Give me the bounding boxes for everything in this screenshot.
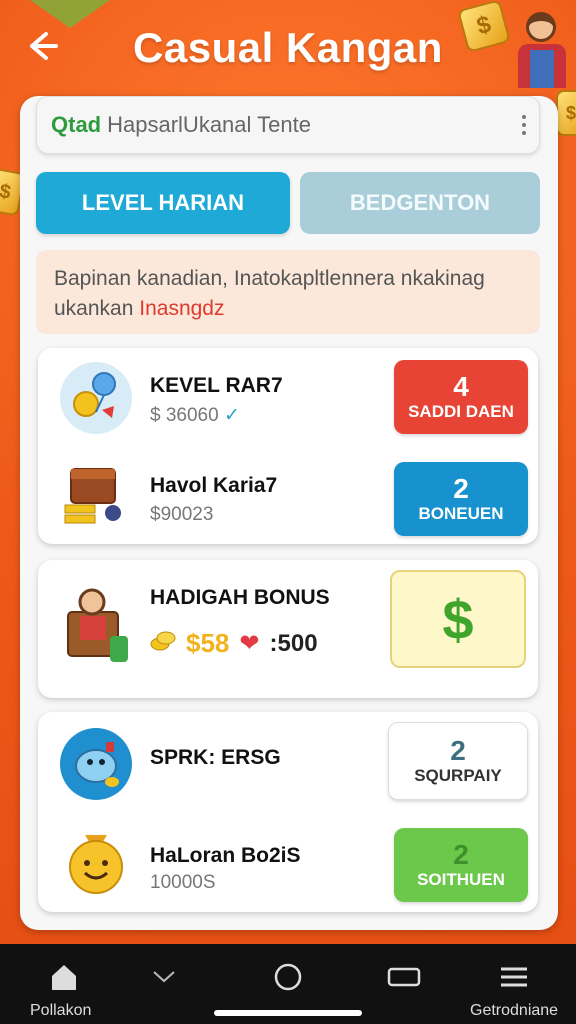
list-item[interactable]: Havol Karia7 $90023 2 BONEUEN: [38, 446, 538, 544]
list-item[interactable]: SPRK: ERSG 2 SQURPAIY: [38, 712, 538, 812]
action-count: 2: [453, 473, 469, 504]
nav-label-right: Getrodniane: [470, 1002, 559, 1019]
row-title: Havol Karia7: [150, 474, 278, 497]
list-item[interactable]: KEVEL RAR7 $ 36060 ✓ 4 SADDI DAEN: [38, 348, 538, 446]
notice-banner: Bapinan kanadian, Inatokapltlennera nkak…: [36, 250, 540, 334]
notice-text: Bapinan kanadian, Inatokapltlennera nkak…: [54, 267, 485, 320]
check-icon: ✓: [223, 405, 240, 426]
gold-coins-icon: [150, 630, 176, 658]
bonus-button[interactable]: 2 BONEUEN: [394, 462, 528, 536]
more-vert-icon[interactable]: [521, 115, 527, 135]
smiley-bag-icon: [60, 824, 132, 896]
gold-value: $58: [186, 628, 230, 658]
nav-label-left: Pollakon: [30, 1002, 92, 1019]
square-pay-button[interactable]: 2 SQURPAIY: [388, 722, 528, 800]
dollar-icon: $: [442, 587, 474, 651]
action-count: 2: [450, 735, 466, 766]
dollar-reward-button[interactable]: $: [390, 570, 526, 668]
amount-text: $ 36060: [150, 405, 219, 426]
tab-level-harian[interactable]: LEVEL HARIAN: [36, 172, 290, 234]
chevron-down-icon[interactable]: [134, 960, 194, 994]
home-indicator[interactable]: [214, 1010, 362, 1016]
search-input[interactable]: Qtad HapsarlUkanal Tente: [36, 96, 540, 154]
action-count: 4: [453, 371, 469, 402]
action-label: BONEUEN: [418, 504, 504, 523]
notice-highlight: Inasngdz: [139, 297, 225, 320]
level-card: KEVEL RAR7 $ 36060 ✓ 4 SADDI DAEN Havol …: [38, 348, 538, 544]
app-header: Casual Kangan: [0, 0, 576, 96]
row-subtitle: $ 36060 ✓: [150, 404, 240, 427]
home-icon[interactable]: [34, 960, 94, 994]
redeem-button[interactable]: 2 SOITHUEN: [394, 828, 528, 902]
circle-home-icon[interactable]: [258, 960, 318, 994]
row-title: KEVEL RAR7: [150, 374, 283, 397]
search-brand: Qtad: [51, 112, 102, 137]
gold-coin-icon: $: [556, 90, 576, 136]
claim-button[interactable]: 4 SADDI DAEN: [394, 360, 528, 434]
blue-creature-icon: [60, 728, 132, 800]
row-title: HaLoran Bo2iS: [150, 844, 301, 867]
action-count: 2: [453, 839, 469, 870]
rewards-card: SPRK: ERSG 2 SQURPAIY HaLoran Bo2iS 1000…: [38, 712, 538, 912]
secondary-value: :500: [269, 629, 318, 657]
bonus-values: $58 ❤ :500: [150, 628, 318, 659]
treasure-cart-icon: [60, 458, 132, 530]
recent-apps-icon[interactable]: [374, 960, 434, 994]
heart-icon: ❤: [239, 630, 260, 657]
bonus-card[interactable]: HADIGAH BONUS $58 ❤ :500 $: [38, 560, 538, 698]
coins-balloon-icon: [60, 362, 132, 434]
amount-text: $90023: [150, 504, 214, 525]
bonus-title: HADIGAH BONUS: [150, 586, 330, 609]
action-label: SQURPAIY: [414, 766, 502, 785]
action-label: SADDI DAEN: [408, 402, 514, 421]
tab-bedgenton[interactable]: BEDGENTON: [300, 172, 540, 234]
search-placeholder: HapsarlUkanal Tente: [107, 112, 311, 137]
character-chair-icon: [60, 582, 140, 672]
action-label: SOITHUEN: [417, 870, 505, 889]
page-title: Casual Kangan: [133, 24, 443, 71]
menu-icon[interactable]: [484, 960, 544, 994]
row-title: SPRK: ERSG: [150, 746, 281, 769]
amount-text: 10000S: [150, 872, 216, 893]
main-panel: Qtad HapsarlUkanal Tente LEVEL HARIAN BE…: [20, 96, 558, 930]
list-item[interactable]: HaLoran Bo2iS 10000S 2 SOITHUEN: [38, 812, 538, 912]
